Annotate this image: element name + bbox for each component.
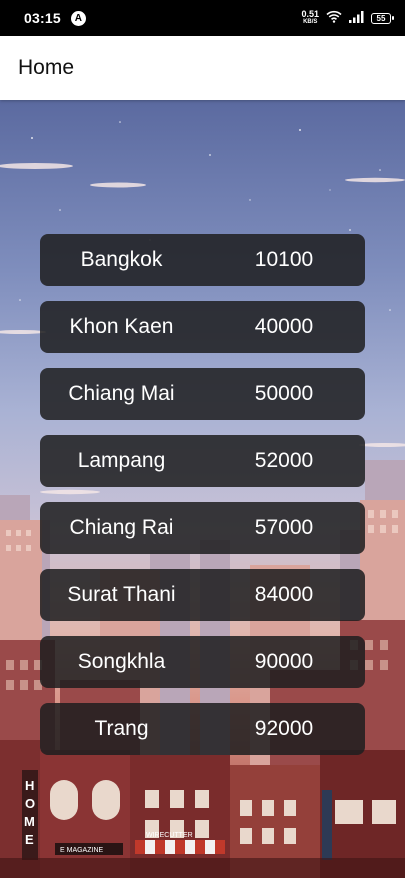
postal-code: 90000 (254, 650, 314, 673)
city-name: Chiang Mai (68, 382, 175, 405)
postal-code: 52000 (254, 449, 314, 472)
postal-code: 84000 (254, 583, 314, 606)
city-name: Surat Thani (67, 583, 176, 606)
network-speed-unit: KB/S (303, 19, 318, 25)
city-name: Trang (94, 717, 149, 740)
postal-code: 40000 (254, 315, 314, 338)
page-title: Home (18, 56, 75, 79)
city-name: Chiang Rai (69, 516, 174, 539)
home-sign-letter: M (24, 814, 35, 829)
list-item[interactable]: Surat Thani 84000 (40, 569, 365, 621)
postal-code: 50000 (254, 382, 314, 405)
postal-code: 10100 (254, 248, 314, 271)
list-item[interactable]: Songkhla 90000 (40, 636, 365, 688)
magazine-sign: E MAGAZINE (60, 847, 104, 854)
list-item[interactable]: Chiang Mai 50000 (40, 368, 365, 420)
network-speed: 0.51 KB/S (301, 10, 319, 26)
postal-code: 92000 (254, 717, 314, 740)
wifi-icon (326, 10, 342, 26)
home-sign-letter: O (25, 796, 35, 811)
postal-code: 57000 (254, 516, 314, 539)
status-bar: 03:15 A 0.51 KB/S 55 (0, 0, 405, 36)
home-sign-letter: E (25, 832, 34, 847)
list-item[interactable]: Lampang 52000 (40, 435, 365, 487)
signal-icon (349, 10, 364, 26)
list-item[interactable]: Trang 92000 (40, 703, 365, 755)
app-notification-icon: A (70, 10, 86, 26)
list-item[interactable]: Khon Kaen 40000 (40, 301, 365, 353)
postal-code-list: Bangkok 10100 Khon Kaen 40000 Chiang Mai… (40, 234, 365, 770)
network-speed-value: 0.51 (301, 9, 319, 19)
home-sign-letter: H (25, 778, 34, 793)
city-name: Bangkok (80, 248, 163, 271)
city-name: Lampang (77, 449, 166, 472)
city-name: Songkhla (77, 650, 166, 673)
app-bar: Home (0, 36, 405, 100)
list-item[interactable]: Bangkok 10100 (40, 234, 365, 286)
city-name: Khon Kaen (69, 315, 174, 338)
status-time: 03:15 (24, 10, 61, 26)
wirecutter-sign: WIRECUTTER (146, 832, 193, 839)
list-item[interactable]: Chiang Rai 57000 (40, 502, 365, 554)
battery-icon: 55 (371, 12, 394, 24)
